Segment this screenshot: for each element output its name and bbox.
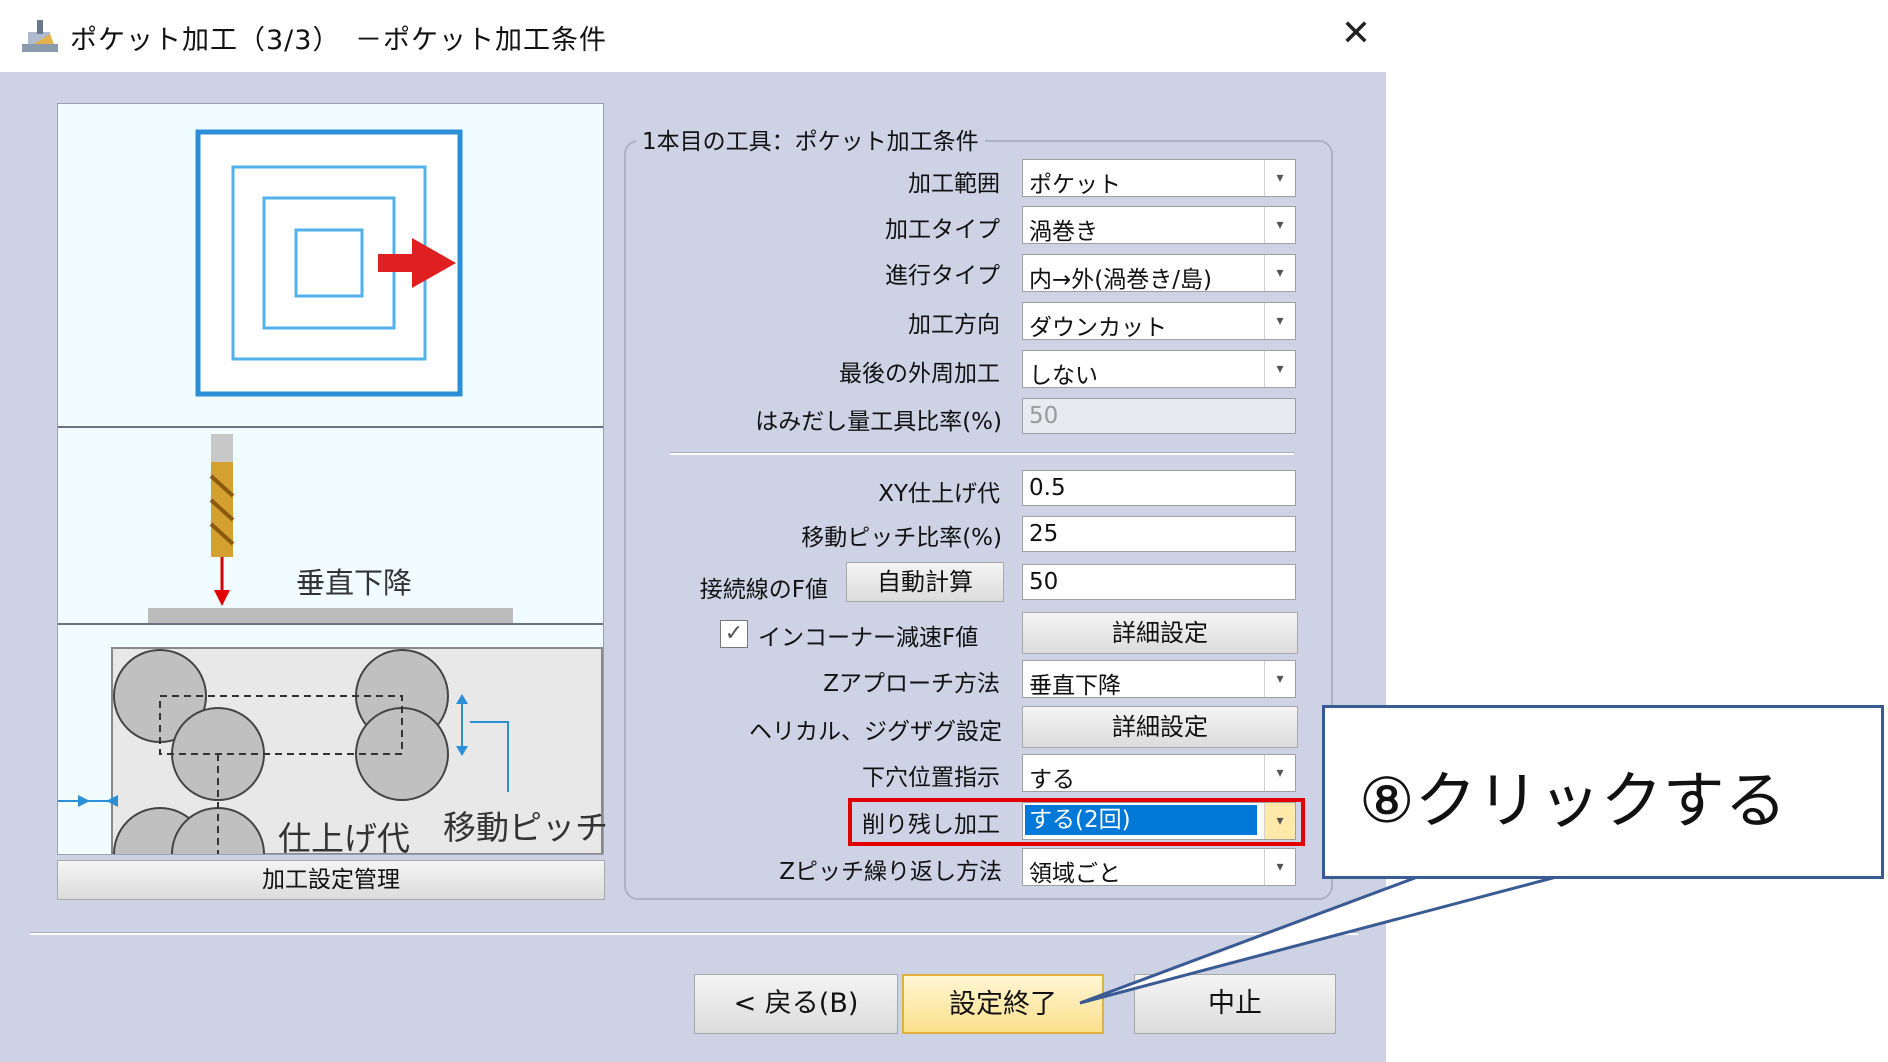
callout-text: ⑧クリックする	[1359, 764, 1787, 837]
callout-pointer	[1079, 873, 1561, 1005]
callout-box: ⑧クリックする	[1322, 705, 1884, 879]
